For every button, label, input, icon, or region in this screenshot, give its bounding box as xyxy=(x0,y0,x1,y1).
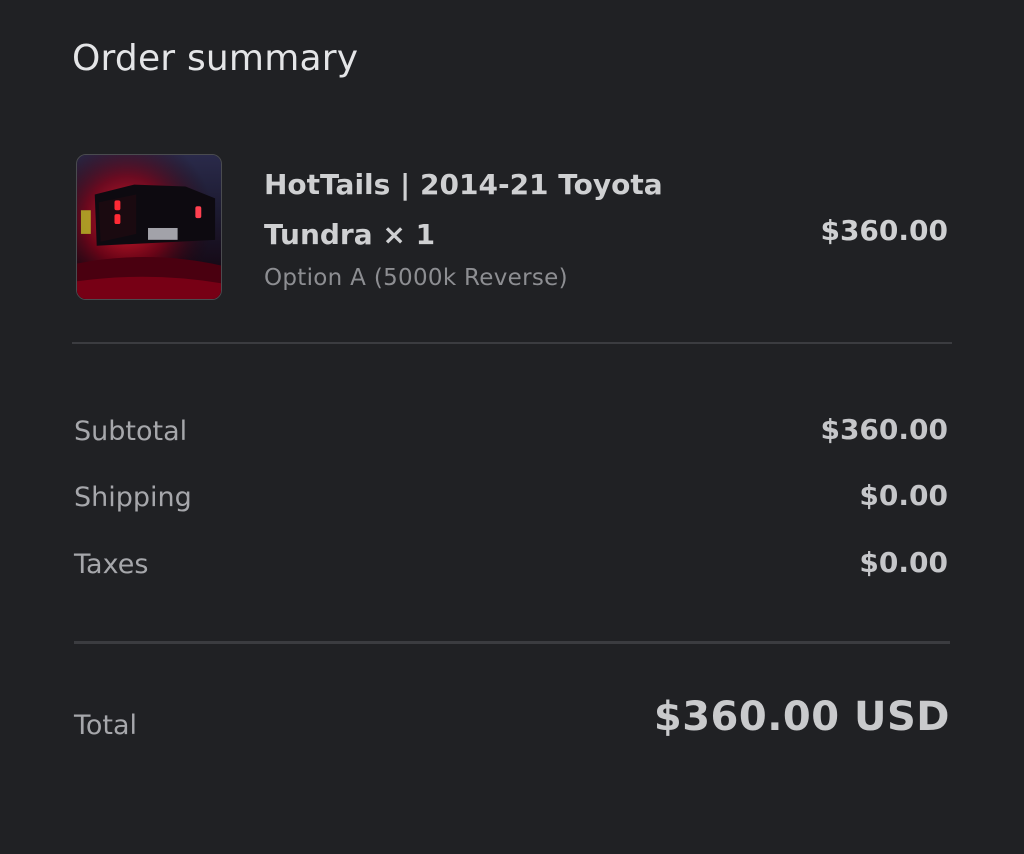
shipping-value: $0.00 xyxy=(859,479,948,512)
product-price: $360.00 xyxy=(820,214,948,247)
taxes-label: Taxes xyxy=(74,549,149,580)
divider xyxy=(74,641,950,644)
subtotal-value: $360.00 xyxy=(820,413,948,446)
subtotal-row: Subtotal $360.00 xyxy=(74,413,948,456)
product-variant: Option A (5000k Reverse) xyxy=(264,265,568,291)
product-name: HotTails | 2014-21 Toyota Tundra × 1 xyxy=(264,168,663,251)
subtotal-label: Subtotal xyxy=(74,416,188,447)
divider xyxy=(72,342,952,344)
shipping-label: Shipping xyxy=(74,482,192,513)
product-thumbnail xyxy=(76,154,222,300)
shipping-row: Shipping $0.00 xyxy=(74,479,948,522)
taxes-row: Taxes $0.00 xyxy=(74,546,948,589)
total-value: $360.00 USD xyxy=(653,694,950,740)
line-item: HotTails | 2014-21 Toyota Tundra × 1 Opt… xyxy=(76,154,948,302)
truck-taillights-image xyxy=(77,155,221,299)
total-label: Total xyxy=(74,710,138,741)
order-summary-panel: Order summary HotTails | 2014-21 Toyota … xyxy=(0,0,1024,854)
total-row: Total $360.00 USD xyxy=(74,694,950,754)
taxes-value: $0.00 xyxy=(859,546,948,579)
page-title: Order summary xyxy=(72,38,359,79)
